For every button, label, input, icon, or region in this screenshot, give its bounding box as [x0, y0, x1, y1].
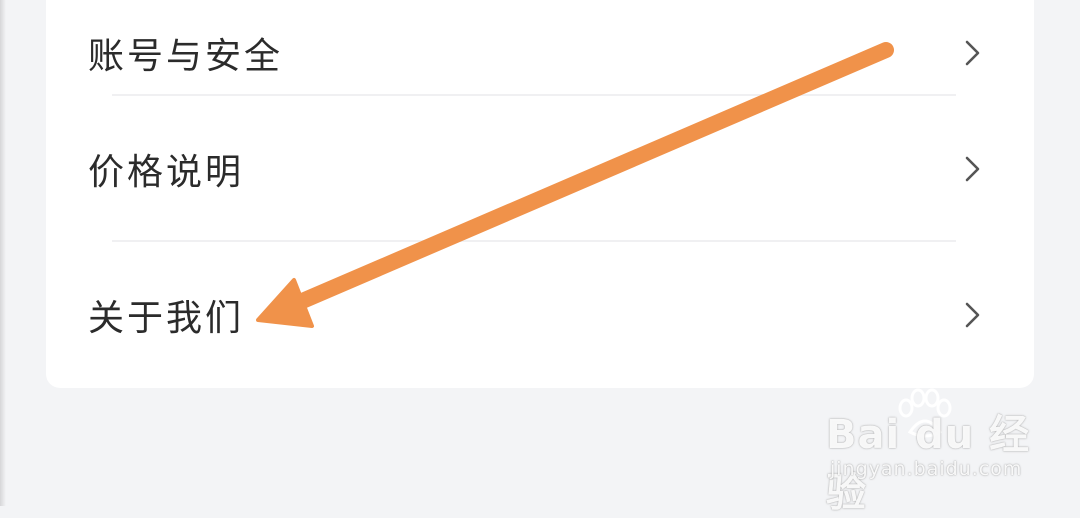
chevron-right-icon: [965, 302, 980, 328]
chevron-right-icon: [965, 156, 980, 182]
settings-item-price-info[interactable]: 价格说明: [46, 96, 1034, 242]
chevron-right-icon: [965, 40, 980, 66]
settings-item-about-us[interactable]: 关于我们: [46, 242, 1034, 388]
settings-item-label: 价格说明: [88, 152, 245, 193]
settings-item-label: 关于我们: [88, 298, 245, 339]
watermark-url: jingyan.baidu.com: [830, 458, 1023, 480]
settings-item-label: 账号与安全: [88, 36, 284, 77]
settings-card: 账号与安全 价格说明 关于我们: [46, 0, 1034, 388]
baidu-jingyan-watermark: Bai du 经验 jingyan.baidu.com: [826, 388, 1036, 516]
screen-edge: [0, 0, 6, 506]
